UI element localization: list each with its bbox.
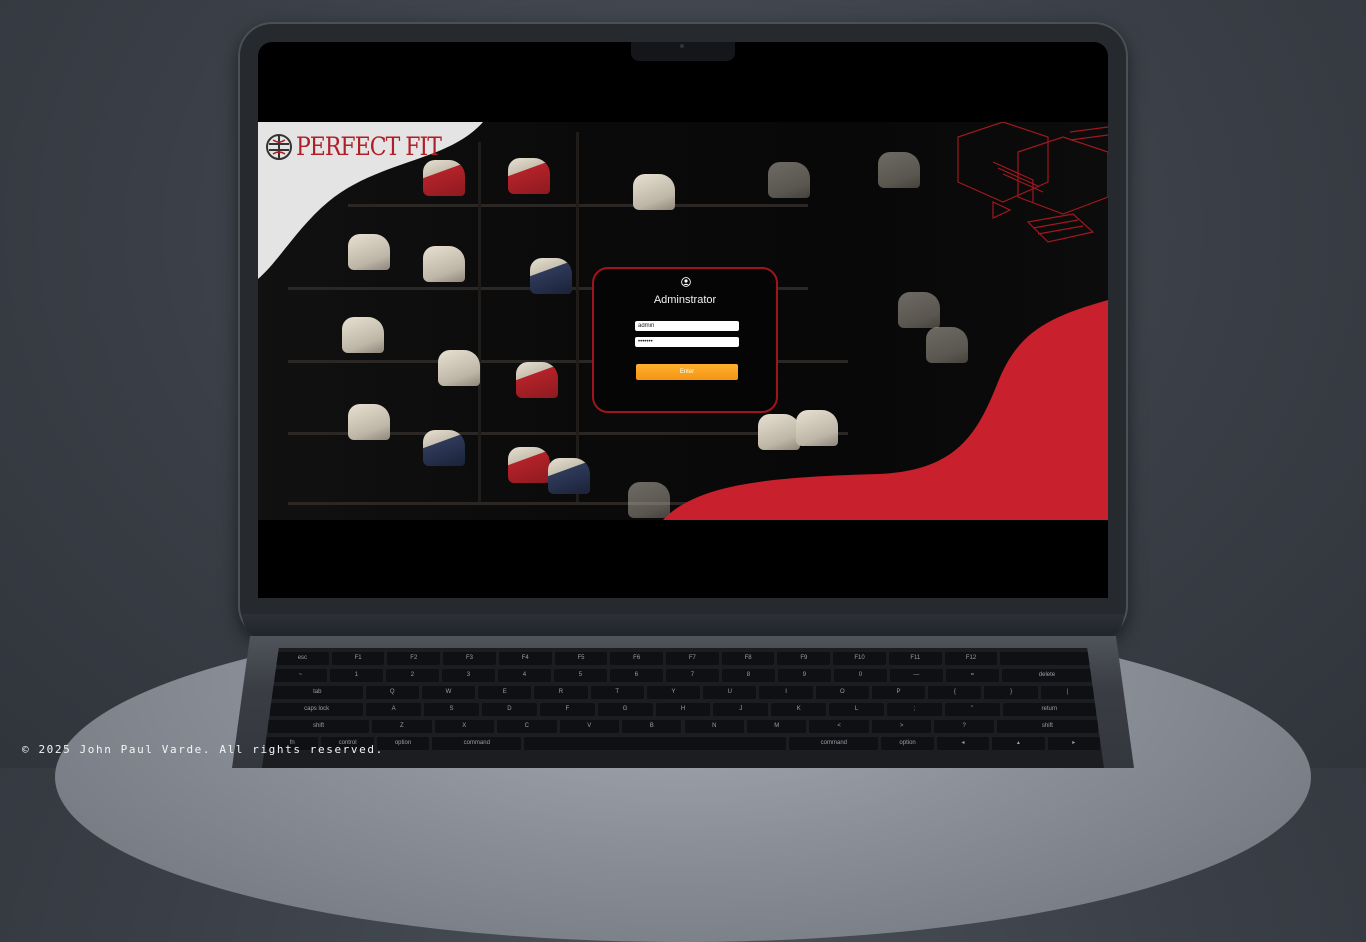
key--[interactable]: | — [1040, 686, 1094, 699]
perfect-fit-logo-icon — [266, 134, 292, 160]
key--[interactable]: — — [889, 669, 943, 682]
key-s[interactable]: S — [424, 703, 479, 716]
key-w[interactable]: W — [421, 686, 476, 699]
key-6[interactable]: 6 — [609, 669, 663, 682]
key-o[interactable]: O — [815, 686, 869, 699]
key-k[interactable]: K — [771, 703, 827, 716]
key-9[interactable]: 9 — [777, 669, 831, 682]
key--[interactable]: ? — [934, 720, 994, 733]
key-q[interactable]: Q — [365, 686, 419, 699]
key-r[interactable]: R — [534, 686, 588, 699]
key-a[interactable]: A — [366, 703, 422, 716]
key-f3[interactable]: F3 — [443, 652, 496, 665]
brand-name: PERFECT FIT — [296, 132, 442, 162]
key--[interactable]: = — [945, 669, 999, 682]
key-e[interactable]: E — [478, 686, 532, 699]
key-m[interactable]: M — [746, 720, 807, 733]
login-page: PERFECT FIT Adminstrator Enter — [258, 122, 1108, 520]
key-f12[interactable]: F12 — [944, 652, 998, 665]
key--[interactable]: ▸ — [1047, 737, 1100, 750]
key-tab[interactable]: tab — [272, 686, 363, 699]
key--[interactable]: ~ — [274, 669, 327, 682]
key--[interactable]: " — [944, 703, 1000, 716]
key-f11[interactable]: F11 — [888, 652, 942, 665]
key-f2[interactable]: F2 — [387, 652, 441, 665]
key-p[interactable]: P — [871, 686, 926, 699]
key-return[interactable]: return — [1002, 703, 1096, 716]
key-4[interactable]: 4 — [497, 669, 551, 682]
copyright-footer: © 2025 John Paul Varde. All rights reser… — [22, 743, 384, 756]
key-t[interactable]: T — [590, 686, 644, 699]
key-f7[interactable]: F7 — [666, 652, 719, 665]
key-d[interactable]: D — [481, 703, 537, 716]
camera-notch — [631, 42, 735, 61]
camera-icon — [680, 44, 684, 48]
key-u[interactable]: U — [703, 686, 757, 699]
key-5[interactable]: 5 — [553, 669, 607, 682]
key-1[interactable]: 1 — [329, 669, 383, 682]
key-option[interactable]: option — [376, 737, 430, 750]
key-f4[interactable]: F4 — [498, 652, 552, 665]
key-j[interactable]: J — [713, 703, 769, 716]
key-f5[interactable]: F5 — [554, 652, 608, 665]
key-7[interactable]: 7 — [665, 669, 719, 682]
key-n[interactable]: N — [684, 720, 744, 733]
key--[interactable]: ; — [887, 703, 942, 716]
key-f6[interactable]: F6 — [610, 652, 664, 665]
key-c[interactable]: C — [497, 720, 557, 733]
key--[interactable]: } — [984, 686, 1038, 699]
key--[interactable]: < — [809, 720, 869, 733]
username-input[interactable] — [635, 321, 739, 331]
key-blank[interactable] — [1000, 652, 1090, 665]
key-h[interactable]: H — [655, 703, 711, 716]
key-caps-lock[interactable]: caps lock — [270, 703, 364, 716]
keyboard: esc F1 F2 F3 F4 F5 F6 F7 F8 F9 F10 F11 F12 ~1 2 3 4 5 6 7 8 9… — [262, 648, 1104, 768]
key--[interactable]: > — [871, 720, 932, 733]
login-card: Adminstrator Enter — [592, 267, 778, 413]
key-l[interactable]: L — [829, 703, 884, 716]
key-esc[interactable]: esc — [276, 652, 329, 665]
key-f10[interactable]: F10 — [833, 652, 886, 665]
key-f8[interactable]: F8 — [721, 652, 775, 665]
key-f9[interactable]: F9 — [777, 652, 831, 665]
key-8[interactable]: 8 — [721, 669, 775, 682]
key-f1[interactable]: F1 — [331, 652, 385, 665]
key-blank[interactable] — [524, 737, 787, 750]
key-command[interactable]: command — [789, 737, 879, 750]
brand-logo[interactable]: PERFECT FIT — [266, 132, 442, 162]
key-g[interactable]: G — [597, 703, 653, 716]
key-2[interactable]: 2 — [385, 669, 439, 682]
key-x[interactable]: X — [434, 720, 495, 733]
laptop-screen: PERFECT FIT Adminstrator Enter — [258, 42, 1108, 598]
key-v[interactable]: V — [559, 720, 619, 733]
key--[interactable]: ◂ — [936, 737, 990, 750]
key--[interactable]: ▴ — [992, 737, 1045, 750]
key-option[interactable]: option — [881, 737, 934, 750]
key-0[interactable]: 0 — [833, 669, 887, 682]
key-shift[interactable]: shift — [268, 720, 370, 733]
key-b[interactable]: B — [622, 720, 682, 733]
enter-button[interactable]: Enter — [636, 364, 738, 380]
key-shift[interactable]: shift — [996, 720, 1098, 733]
login-title: Adminstrator — [653, 294, 717, 306]
user-circle-icon — [681, 277, 691, 287]
key-3[interactable]: 3 — [441, 669, 495, 682]
key-delete[interactable]: delete — [1001, 669, 1092, 682]
key-z[interactable]: Z — [372, 720, 432, 733]
key--[interactable]: { — [928, 686, 982, 699]
password-input[interactable] — [635, 337, 739, 347]
key-i[interactable]: I — [759, 686, 813, 699]
key-y[interactable]: Y — [646, 686, 701, 699]
key-command[interactable]: command — [432, 737, 522, 750]
key-f[interactable]: F — [539, 703, 595, 716]
